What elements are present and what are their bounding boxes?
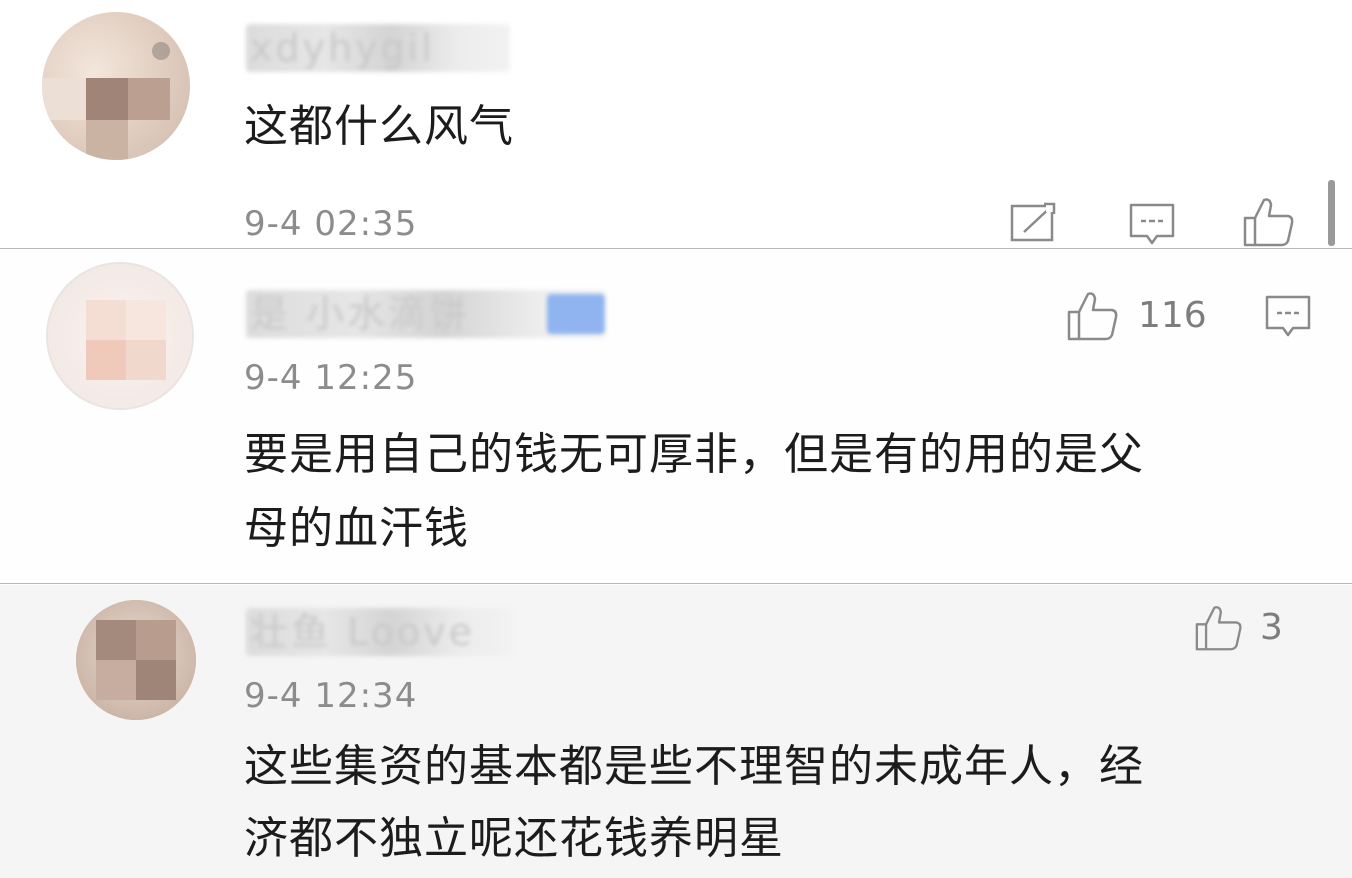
avatar[interactable] [42, 12, 190, 160]
like-icon[interactable] [1194, 604, 1244, 652]
reply-icon[interactable] [1264, 294, 1312, 340]
like-icon[interactable] [1242, 196, 1296, 248]
comment-text-line: 母的血汗钱 [244, 503, 469, 554]
comment-list: xdyhygil 这都什么风气 9-4 02:35 是 小水滴饼 9-4 12:… [0, 0, 1352, 878]
comment-item: xdyhygil 这都什么风气 9-4 02:35 [0, 0, 1352, 249]
scrollbar[interactable] [1328, 180, 1335, 246]
comment-text: 这都什么风气 [244, 101, 514, 152]
comment-text-line: 这些集资的基本都是些不理智的未成年人，经 [244, 741, 1144, 792]
comment-time: 9-4 12:25 [244, 358, 418, 398]
like-count: 116 [1138, 295, 1207, 336]
like-icon[interactable] [1066, 290, 1120, 342]
like-count: 3 [1260, 607, 1283, 648]
comment-time: 9-4 02:35 [244, 204, 418, 244]
comment-time: 9-4 12:34 [244, 676, 418, 716]
comment-text-line: 济都不独立呢还花钱养明星 [244, 813, 784, 864]
share-icon[interactable] [1010, 202, 1058, 244]
reply-icon[interactable] [1128, 202, 1176, 248]
avatar[interactable] [46, 262, 194, 410]
username[interactable]: 壮鱼 Loove [246, 608, 512, 656]
username[interactable]: 是 小水滴饼 [246, 290, 605, 338]
avatar[interactable] [76, 600, 196, 720]
comment-text-line: 要是用自己的钱无可厚非，但是有的用的是父 [244, 429, 1144, 480]
vip-badge [547, 294, 605, 334]
username[interactable]: xdyhygil [246, 24, 510, 72]
